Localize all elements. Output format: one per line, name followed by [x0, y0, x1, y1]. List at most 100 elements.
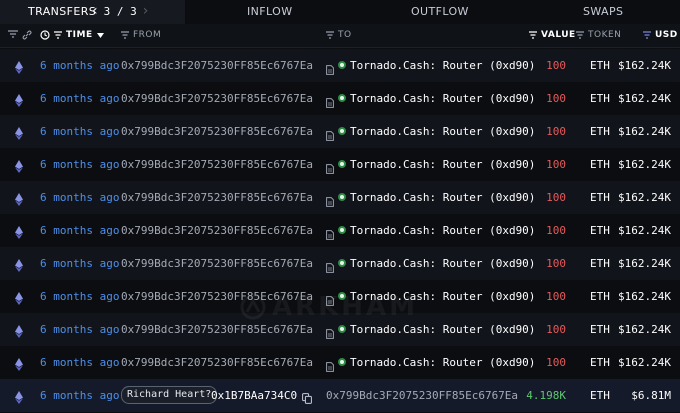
to-entity[interactable]: Tornado.Cash: Router (0xd90)	[350, 224, 535, 237]
from-address[interactable]: 0x799Bdc3F2075230FF85Ec6767EaAa…	[121, 356, 313, 369]
tab-swaps[interactable]: SWAPS	[583, 5, 623, 18]
tab-bar: TRANSFERS ‹ 3 / 3 › INFLOW OUTFLOW SWAPS	[0, 0, 680, 24]
time-link[interactable]: 6 months ago	[40, 158, 119, 171]
token-column-header[interactable]: TOKEN	[576, 30, 621, 40]
from-address[interactable]: 0x799Bdc3F2075230FF85Ec6767EaAa…	[121, 224, 313, 237]
token-symbol[interactable]: ETH	[590, 290, 610, 303]
from-address[interactable]: 0x799Bdc3F2075230FF85Ec6767EaAa…	[121, 158, 313, 171]
token-symbol[interactable]: ETH	[590, 389, 610, 402]
usd-amount: $162.24K	[618, 356, 671, 369]
to-entity[interactable]: Tornado.Cash: Router (0xd90)	[350, 191, 535, 204]
table-row[interactable]: 6 months ago 0x799Bdc3F2075230FF85Ec6767E…	[0, 280, 680, 313]
table-row[interactable]: 6 months ago 0x799Bdc3F2075230FF85Ec6767E…	[0, 82, 680, 115]
time-link[interactable]: 6 months ago	[40, 356, 119, 369]
usd-amount: $162.24K	[618, 224, 671, 237]
to-entity[interactable]: Tornado.Cash: Router (0xd90)	[350, 290, 535, 303]
token-symbol[interactable]: ETH	[590, 191, 610, 204]
chevron-left-icon[interactable]: ‹	[92, 3, 98, 19]
table-header: TIME FROM TO VALUE TOKEN USD	[0, 24, 680, 48]
contract-icon	[326, 93, 334, 112]
filter-icon	[326, 31, 334, 39]
table-row[interactable]: 6 months ago 0x799Bdc3F2075230FF85Ec6767E…	[0, 214, 680, 247]
time-link[interactable]: 6 months ago	[40, 92, 119, 105]
from-address[interactable]: 0x799Bdc3F2075230FF85Ec6767EaAa…	[121, 290, 313, 303]
usd-column-header[interactable]: USD	[643, 30, 678, 40]
pager: ‹ 3 / 3 ›	[92, 3, 148, 19]
from-address[interactable]: 0x799Bdc3F2075230FF85Ec6767EaAa…	[121, 59, 313, 72]
time-link[interactable]: 6 months ago	[40, 257, 119, 270]
from-address[interactable]: 0x1B7BAa734C0…	[211, 389, 297, 402]
time-link[interactable]: 6 months ago	[40, 59, 119, 72]
token-symbol[interactable]: ETH	[590, 224, 610, 237]
token-symbol[interactable]: ETH	[590, 92, 610, 105]
token-symbol[interactable]: ETH	[590, 257, 610, 270]
entity-status-icon	[338, 226, 346, 234]
entity-status-icon	[338, 325, 346, 333]
table-row[interactable]: 6 months ago 0x799Bdc3F2075230FF85Ec6767E…	[0, 181, 680, 214]
entity-status-icon	[338, 94, 346, 102]
copy-icon[interactable]	[302, 389, 312, 408]
filter-icon[interactable]	[8, 30, 18, 38]
from-address[interactable]: 0x799Bdc3F2075230FF85Ec6767EaAa…	[121, 257, 313, 270]
filter-icon	[121, 31, 129, 39]
entity-status-icon	[338, 259, 346, 267]
time-link[interactable]: 6 months ago	[40, 290, 119, 303]
from-address[interactable]: 0x799Bdc3F2075230FF85Ec6767EaAa…	[121, 191, 313, 204]
tab-transfers[interactable]: TRANSFERS ‹ 3 / 3 ›	[0, 0, 185, 24]
to-entity[interactable]: Tornado.Cash: Router (0xd90)	[350, 158, 535, 171]
tab-outflow[interactable]: OUTFLOW	[411, 5, 469, 18]
contract-icon	[326, 225, 334, 244]
contract-icon	[326, 291, 334, 310]
contract-icon	[326, 159, 334, 178]
link-icon[interactable]	[22, 30, 32, 40]
filter-icon	[529, 31, 537, 39]
token-symbol[interactable]: ETH	[590, 323, 610, 336]
to-address[interactable]: 0x799Bdc3F2075230FF85Ec6767EaAa…	[326, 389, 518, 402]
to-entity[interactable]: Tornado.Cash: Router (0xd90)	[350, 125, 535, 138]
table-row[interactable]: 6 months ago Richard Heart? 0x1B7BAa734C0……	[0, 379, 680, 412]
tab-inflow[interactable]: INFLOW	[247, 5, 292, 18]
token-symbol[interactable]: ETH	[590, 59, 610, 72]
table-row[interactable]: 6 months ago 0x799Bdc3F2075230FF85Ec6767E…	[0, 346, 680, 379]
usd-amount: $162.24K	[618, 125, 671, 138]
to-entity[interactable]: Tornado.Cash: Router (0xd90)	[350, 257, 535, 270]
value-column-header[interactable]: VALUE	[529, 30, 576, 40]
value-amount: 100	[546, 356, 566, 369]
usd-amount: $162.24K	[618, 92, 671, 105]
to-entity[interactable]: Tornado.Cash: Router (0xd90)	[350, 59, 535, 72]
time-header-label: TIME	[66, 30, 93, 40]
to-entity[interactable]: Tornado.Cash: Router (0xd90)	[350, 323, 535, 336]
table-row[interactable]: 6 months ago 0x799Bdc3F2075230FF85Ec6767E…	[0, 148, 680, 181]
contract-icon	[326, 258, 334, 277]
token-symbol[interactable]: ETH	[590, 125, 610, 138]
chevron-right-icon[interactable]: ›	[143, 3, 149, 19]
table-row[interactable]: 6 months ago 0x799Bdc3F2075230FF85Ec6767E…	[0, 247, 680, 280]
time-link[interactable]: 6 months ago	[40, 191, 119, 204]
eth-icon	[15, 389, 23, 408]
time-column-header[interactable]: TIME	[40, 30, 104, 40]
to-header-label: TO	[338, 30, 352, 40]
to-entity[interactable]: Tornado.Cash: Router (0xd90)	[350, 356, 535, 369]
time-link[interactable]: 6 months ago	[40, 224, 119, 237]
time-link[interactable]: 6 months ago	[40, 389, 119, 402]
eth-icon	[15, 59, 23, 78]
to-entity[interactable]: Tornado.Cash: Router (0xd90)	[350, 92, 535, 105]
time-link[interactable]: 6 months ago	[40, 125, 119, 138]
table-row[interactable]: 6 months ago 0x799Bdc3F2075230FF85Ec6767E…	[0, 115, 680, 148]
from-address[interactable]: 0x799Bdc3F2075230FF85Ec6767EaAa…	[121, 323, 313, 336]
entity-status-icon	[338, 358, 346, 366]
entity-status-icon	[338, 193, 346, 201]
token-symbol[interactable]: ETH	[590, 158, 610, 171]
from-column-header[interactable]: FROM	[121, 30, 161, 40]
usd-amount: $162.24K	[618, 191, 671, 204]
to-column-header[interactable]: TO	[326, 30, 352, 40]
table-row[interactable]: 6 months ago 0x799Bdc3F2075230FF85Ec6767E…	[0, 313, 680, 346]
table-row[interactable]: 6 months ago 0x799Bdc3F2075230FF85Ec6767E…	[0, 49, 680, 82]
time-link[interactable]: 6 months ago	[40, 323, 119, 336]
eth-icon	[15, 92, 23, 111]
token-symbol[interactable]: ETH	[590, 356, 610, 369]
entity-tag[interactable]: Richard Heart?	[121, 386, 218, 404]
from-address[interactable]: 0x799Bdc3F2075230FF85Ec6767EaAa…	[121, 125, 313, 138]
usd-amount: $6.81M	[631, 389, 671, 402]
from-address[interactable]: 0x799Bdc3F2075230FF85Ec6767EaAa…	[121, 92, 313, 105]
